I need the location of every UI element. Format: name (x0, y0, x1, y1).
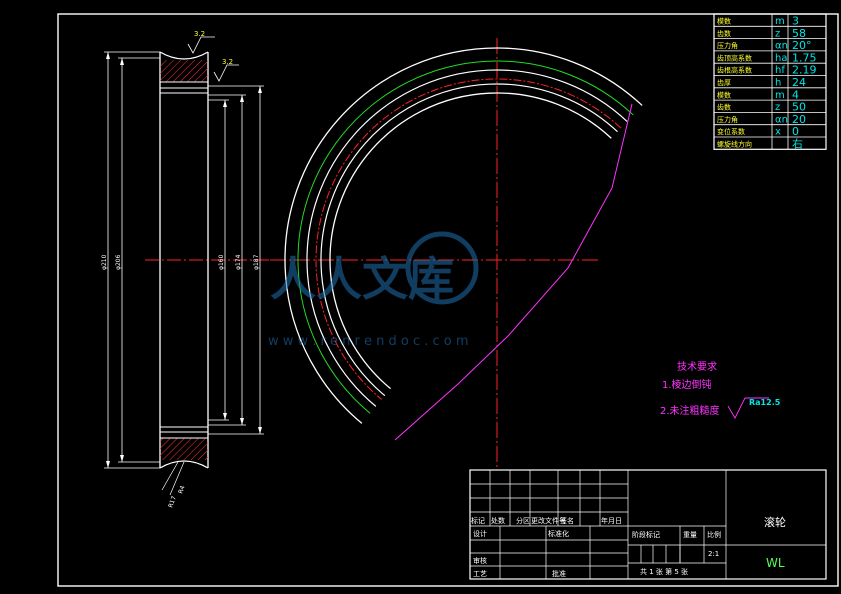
param-value: 3 (792, 15, 799, 28)
svg-text:3.2: 3.2 (222, 58, 233, 66)
param-value: 4 (792, 88, 799, 101)
tb-row-label: 签名 (560, 516, 574, 525)
tb-scale: 比例 (707, 530, 721, 539)
param-symbol: αn (775, 114, 788, 125)
dim-label-d3: φ160 (218, 254, 225, 270)
dim-label-d1: φ210 (101, 254, 108, 270)
param-symbol: h (775, 78, 781, 89)
pitch-arc (297, 60, 634, 414)
param-value: 右 (792, 137, 803, 151)
tb-weight: 重量 (683, 531, 697, 539)
tb-row-label: 标记 (471, 516, 485, 525)
param-table: 模数 m 3齿数 z 58压力角 αn 20°齿顶高系数 ha 1.75齿根高系数 hf 2.19齿… (713, 13, 827, 151)
watermark-text: 人人文库 (270, 252, 454, 306)
tb-design: 设计 (473, 529, 487, 538)
param-symbol: hf (775, 65, 785, 76)
param-value: 24 (792, 76, 806, 89)
bottom-hatch (160, 438, 208, 460)
tech-req-title: 技术要求 (677, 360, 717, 373)
param-symbol: m (775, 16, 785, 27)
tb-sheets: 共 1 张 第 5 张 (640, 567, 688, 576)
param-name: 模数 (717, 17, 731, 26)
outer-rim-arc (284, 47, 643, 424)
top-hatch (160, 60, 208, 82)
param-symbol: ha (775, 53, 787, 64)
param-name: 齿根高系数 (717, 66, 752, 75)
tb-standardize: 标准化 (548, 529, 569, 538)
dim-label-d4: φ174 (235, 254, 242, 270)
tech-req-item2: 2.未注粗糙度 (660, 404, 720, 417)
param-name: 压力角 (717, 41, 738, 50)
roughness-symbol-right: 3.2 (213, 58, 239, 82)
tb-drawing-no: WL (766, 556, 785, 570)
tb-process: 工艺 (473, 570, 487, 578)
param-value: 50 (792, 101, 806, 114)
param-name: 螺旋线方向 (717, 140, 752, 149)
param-name: 齿数 (717, 103, 731, 112)
tb-row-label: 分区 (516, 516, 530, 525)
tb-row-label: 处数 (491, 516, 505, 525)
tb-approve: 批准 (552, 569, 566, 578)
watermark: 人人文库 w w w . r e n r e n d o c . c o m (268, 231, 479, 349)
radius-label-r17: R17 (167, 495, 178, 509)
param-value: 0 (792, 125, 799, 138)
tb-scale-value: 2:1 (708, 550, 719, 558)
param-name: 齿厚 (717, 79, 731, 87)
top-groove (159, 51, 209, 60)
section-view: φ210 φ206 φ160 φ174 φ187 3.2 3.2 R17 R4 (101, 30, 285, 509)
tech-requirements: 技术要求 1.棱边倒钝 2.未注粗糙度 Ra12.5 (660, 360, 781, 419)
param-value: 1.75 (792, 51, 817, 64)
title-block: 设计 标准化 审核 工艺 批准 阶段标记 重量 比例 2:1 共 1 张 第 5… (469, 469, 827, 580)
dim-label-d5: φ187 (253, 254, 260, 270)
param-symbol: z (775, 102, 780, 113)
radius-label-r4: R4 (177, 485, 186, 495)
drawing-canvas: 模数 m 3齿数 z 58压力角 αn 20°齿顶高系数 ha 1.75齿根高系数 hf 2.19齿… (57, 13, 839, 587)
param-name: 变位系数 (717, 127, 745, 136)
param-name: 齿数 (717, 29, 731, 38)
tb-part-name: 滚轮 (764, 515, 786, 529)
param-value: 20 (792, 113, 806, 126)
tb-stage-mark: 阶段标记 (632, 530, 660, 539)
param-symbol: m (775, 90, 785, 101)
roughness-value: Ra12.5 (749, 398, 781, 407)
dim-label-d2: φ206 (115, 254, 122, 270)
tb-review: 审核 (473, 556, 487, 565)
svg-text:3.2: 3.2 (194, 30, 205, 38)
param-value: 20° (792, 39, 812, 52)
param-name: 齿顶高系数 (717, 53, 752, 62)
param-value: 58 (792, 27, 806, 40)
param-symbol: αn (775, 41, 788, 52)
param-name: 模数 (717, 90, 731, 99)
param-name: 压力角 (717, 115, 738, 124)
tech-req-item1: 1.棱边倒钝 (662, 378, 712, 391)
param-symbol: x (775, 127, 781, 138)
watermark-url: w w w . r e n r e n d o c . c o m (268, 334, 469, 349)
tb-row-label: 年月日 (601, 516, 622, 525)
param-value: 2.19 (792, 64, 817, 77)
param-symbol: z (775, 28, 780, 39)
roughness-symbol-top: 3.2 (187, 30, 215, 54)
